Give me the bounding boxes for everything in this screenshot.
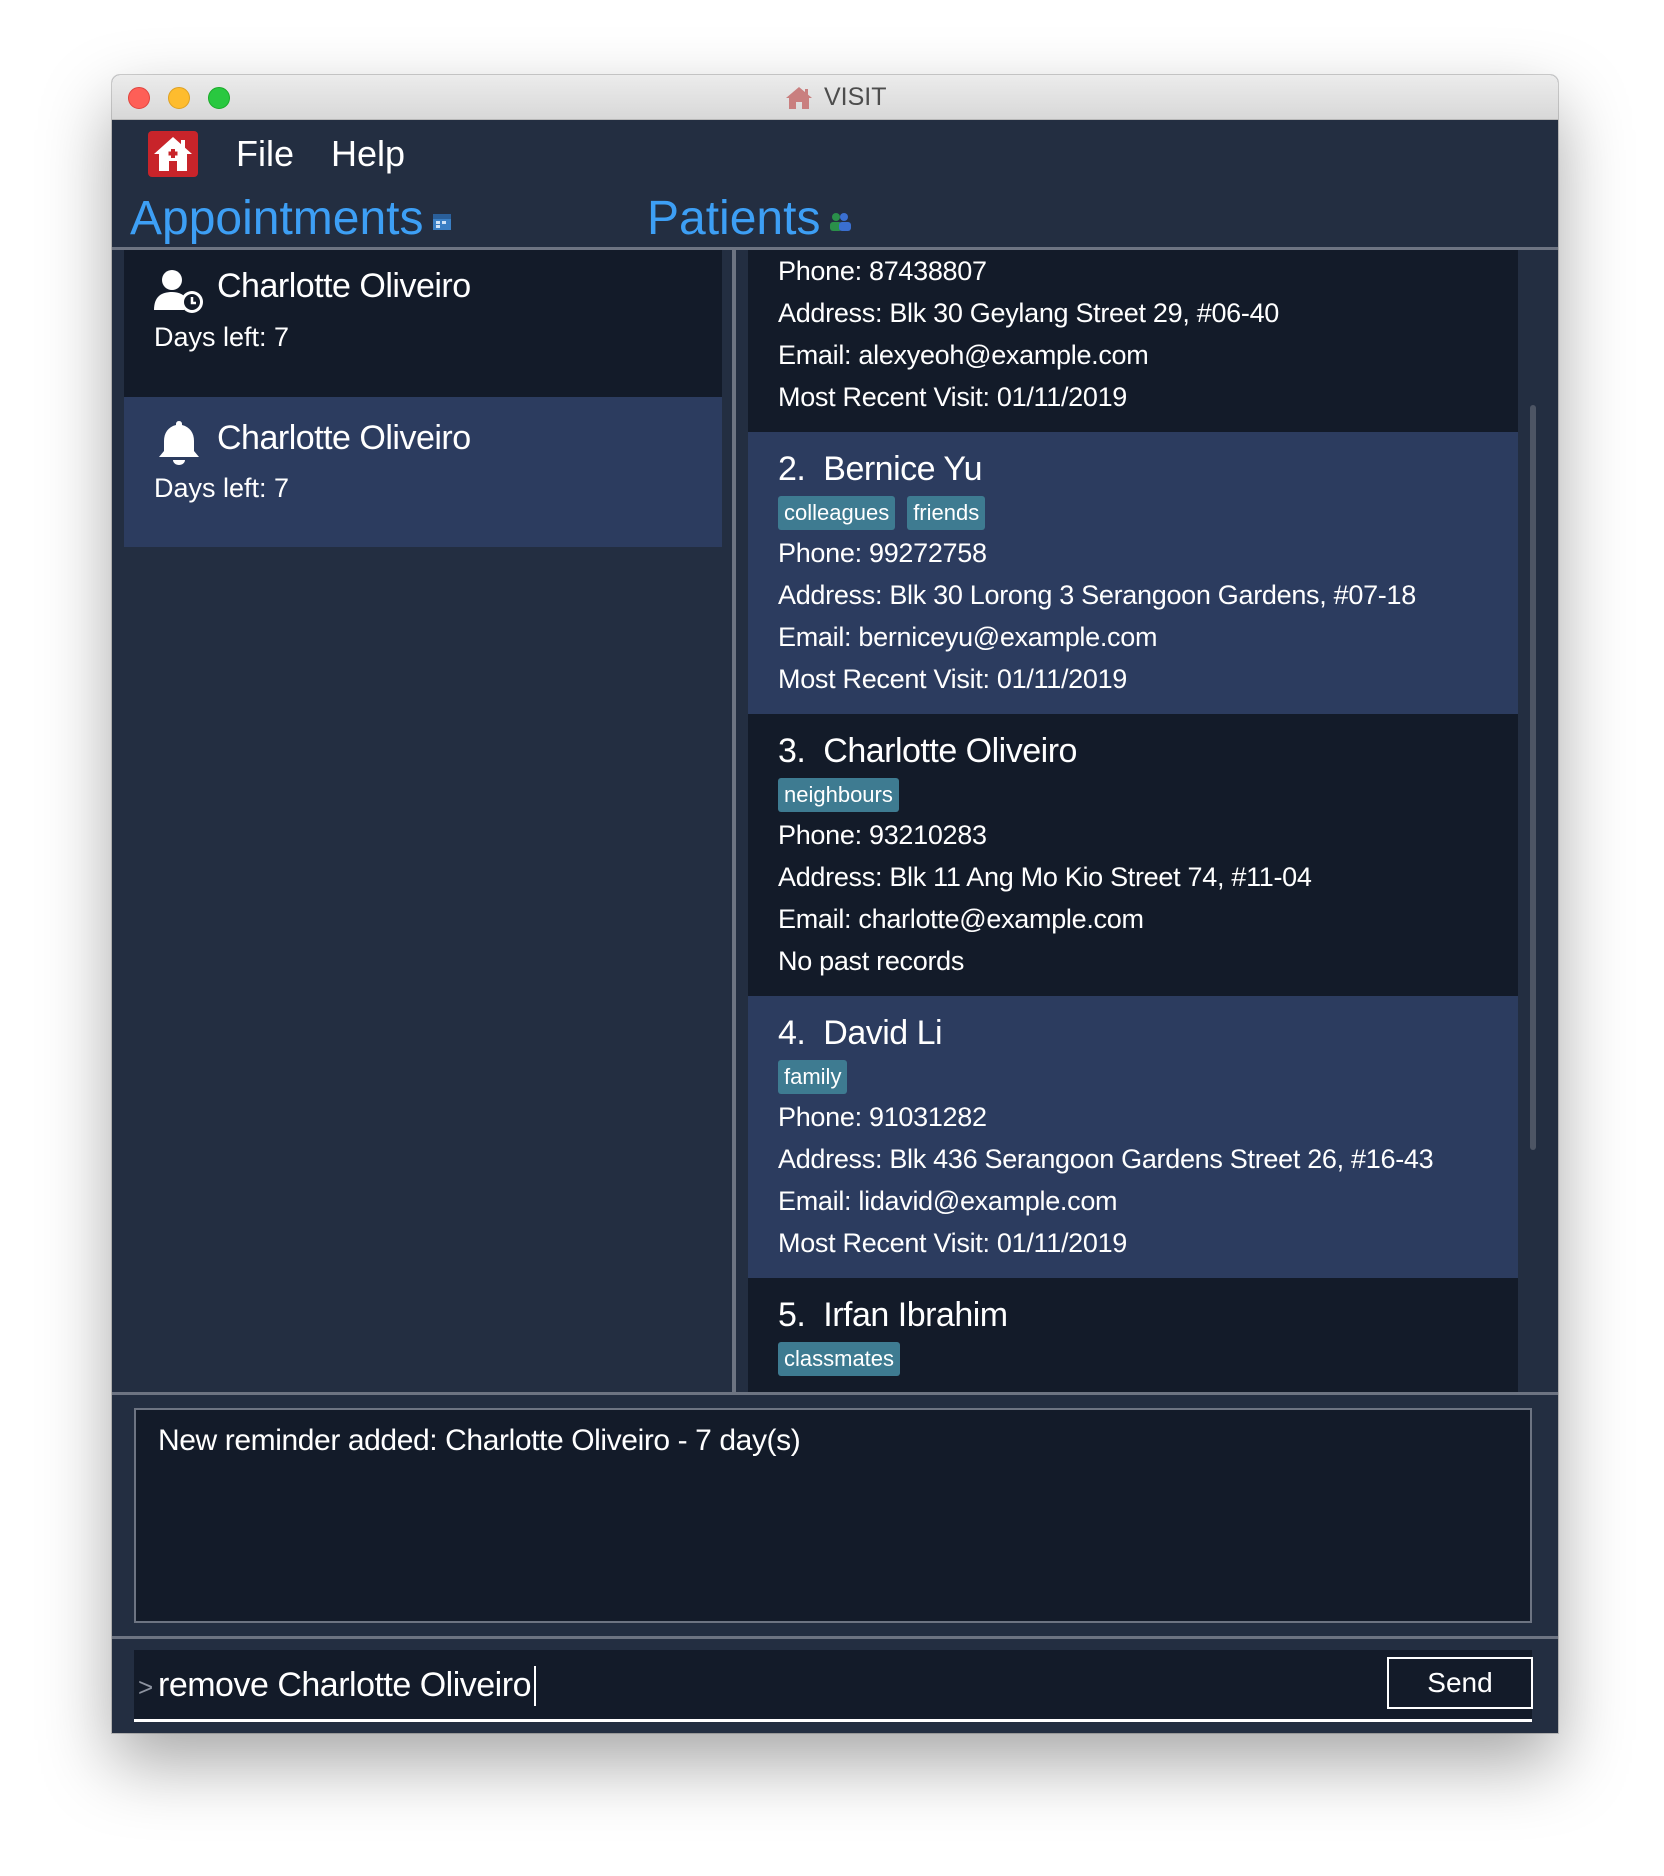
patient-card[interactable]: 4. David Li family Phone: 91031282 Addre… <box>748 996 1530 1278</box>
patient-title: 4. David Li <box>778 1014 943 1053</box>
tag: friends <box>907 496 986 530</box>
result-display[interactable]: New reminder added: Charlotte Oliveiro -… <box>134 1408 1532 1623</box>
app-window: VISIT File Help Appointments Patients Ch… <box>112 75 1558 1733</box>
tag: family <box>778 1060 848 1094</box>
reminder-days-left: Days left: 7 <box>154 473 290 503</box>
reminder-card[interactable]: Charlotte Oliveiro Days left: 7 <box>124 397 722 547</box>
patient-name: David Li <box>823 1014 943 1052</box>
patient-title: 3. Charlotte Oliveiro <box>778 732 1077 771</box>
patient-name: Irfan Ibrahim <box>823 1296 1008 1334</box>
user-clock-icon <box>154 270 203 313</box>
window-title-group: VISIT <box>112 83 1558 113</box>
menu-file[interactable]: File <box>236 133 294 175</box>
bell-icon <box>159 421 199 465</box>
patients-header: Patients <box>647 191 852 247</box>
title-bar: VISIT <box>112 75 1558 120</box>
result-message: New reminder added: Charlotte Oliveiro -… <box>158 1424 801 1457</box>
patient-tags: classmates <box>778 1342 901 1376</box>
patient-email: Email: alexyeoh@example.com <box>778 340 1149 370</box>
patient-card[interactable]: 3. Charlotte Oliveiro neighbours Phone: … <box>748 714 1530 996</box>
patient-title: 5. Irfan Ibrahim <box>778 1296 1008 1335</box>
appointment-days-left: Days left: 7 <box>154 322 290 352</box>
appointments-header: Appointments <box>130 191 452 247</box>
appointment-card[interactable]: Charlotte Oliveiro Days left: 7 <box>124 250 722 400</box>
patients-scrollbar-thumb[interactable] <box>1530 405 1536 1150</box>
patient-address: Address: Blk 11 Ang Mo Kio Street 74, #1… <box>778 862 1312 892</box>
list-divider <box>112 1392 1558 1395</box>
patient-phone: Phone: 91031282 <box>778 1102 987 1132</box>
patient-email: Email: charlotte@example.com <box>778 904 1144 934</box>
tag: neighbours <box>778 778 899 812</box>
patients-list[interactable]: Phone: 87438807 Address: Blk 30 Geylang … <box>736 250 1558 1392</box>
patient-address: Address: Blk 30 Geylang Street 29, #06-4… <box>778 298 1280 328</box>
patient-name: Bernice Yu <box>823 450 983 488</box>
patient-card[interactable]: 2. Bernice Yu colleagues friends Phone: … <box>748 432 1530 714</box>
tag: colleagues <box>778 496 896 530</box>
patient-email: Email: berniceyu@example.com <box>778 622 1158 652</box>
tag: classmates <box>778 1342 901 1376</box>
calendar-icon <box>432 214 451 231</box>
patient-phone: Phone: 93210283 <box>778 820 987 850</box>
command-prompt: > <box>138 1672 154 1702</box>
patient-recent-visit: Most Recent Visit: 01/11/2019 <box>778 664 1128 694</box>
patient-card[interactable]: Phone: 87438807 Address: Blk 30 Geylang … <box>748 250 1530 432</box>
appointment-name: Charlotte Oliveiro <box>217 267 471 305</box>
patient-tags: family <box>778 1060 848 1094</box>
patient-email: Email: lidavid@example.com <box>778 1186 1118 1216</box>
reminder-name: Charlotte Oliveiro <box>217 419 471 457</box>
patient-recent-visit: Most Recent Visit: 01/11/2019 <box>778 1228 1128 1258</box>
patient-address: Address: Blk 30 Lorong 3 Serangoon Garde… <box>778 580 1416 610</box>
appointments-list[interactable]: Charlotte Oliveiro Days left: 7 Charlott… <box>112 250 732 1392</box>
patient-index: 4. <box>778 1014 806 1052</box>
house-icon <box>785 86 812 109</box>
patient-address: Address: Blk 436 Serangoon Gardens Stree… <box>778 1144 1434 1174</box>
patient-tags: neighbours <box>778 778 899 812</box>
patient-recent-visit: Most Recent Visit: 01/11/2019 <box>778 382 1128 412</box>
menu-bar: File Help <box>112 121 1558 191</box>
people-icon <box>830 213 852 232</box>
patient-index: 3. <box>778 732 806 770</box>
patient-phone: Phone: 99272758 <box>778 538 987 568</box>
patient-card[interactable]: 5. Irfan Ibrahim classmates <box>748 1278 1530 1392</box>
command-box: > Send <box>134 1650 1533 1722</box>
command-input[interactable] <box>158 1658 1278 1712</box>
patient-recent-visit: No past records <box>778 946 965 976</box>
menu-help[interactable]: Help <box>331 133 405 175</box>
patient-title: 2. Bernice Yu <box>778 450 983 489</box>
window-title: VISIT <box>823 83 887 111</box>
result-divider <box>112 1636 1558 1639</box>
patient-name: Charlotte Oliveiro <box>823 732 1077 770</box>
send-button[interactable]: Send <box>1387 1657 1533 1709</box>
appointments-title: Appointments <box>130 192 424 245</box>
patient-phone: Phone: 87438807 <box>778 256 987 286</box>
patient-index: 2. <box>778 450 806 488</box>
patient-index: 5. <box>778 1296 806 1334</box>
patients-title: Patients <box>647 192 821 245</box>
app-logo-icon <box>148 131 198 177</box>
patient-tags: colleagues friends <box>778 496 986 530</box>
text-caret <box>533 1666 536 1706</box>
